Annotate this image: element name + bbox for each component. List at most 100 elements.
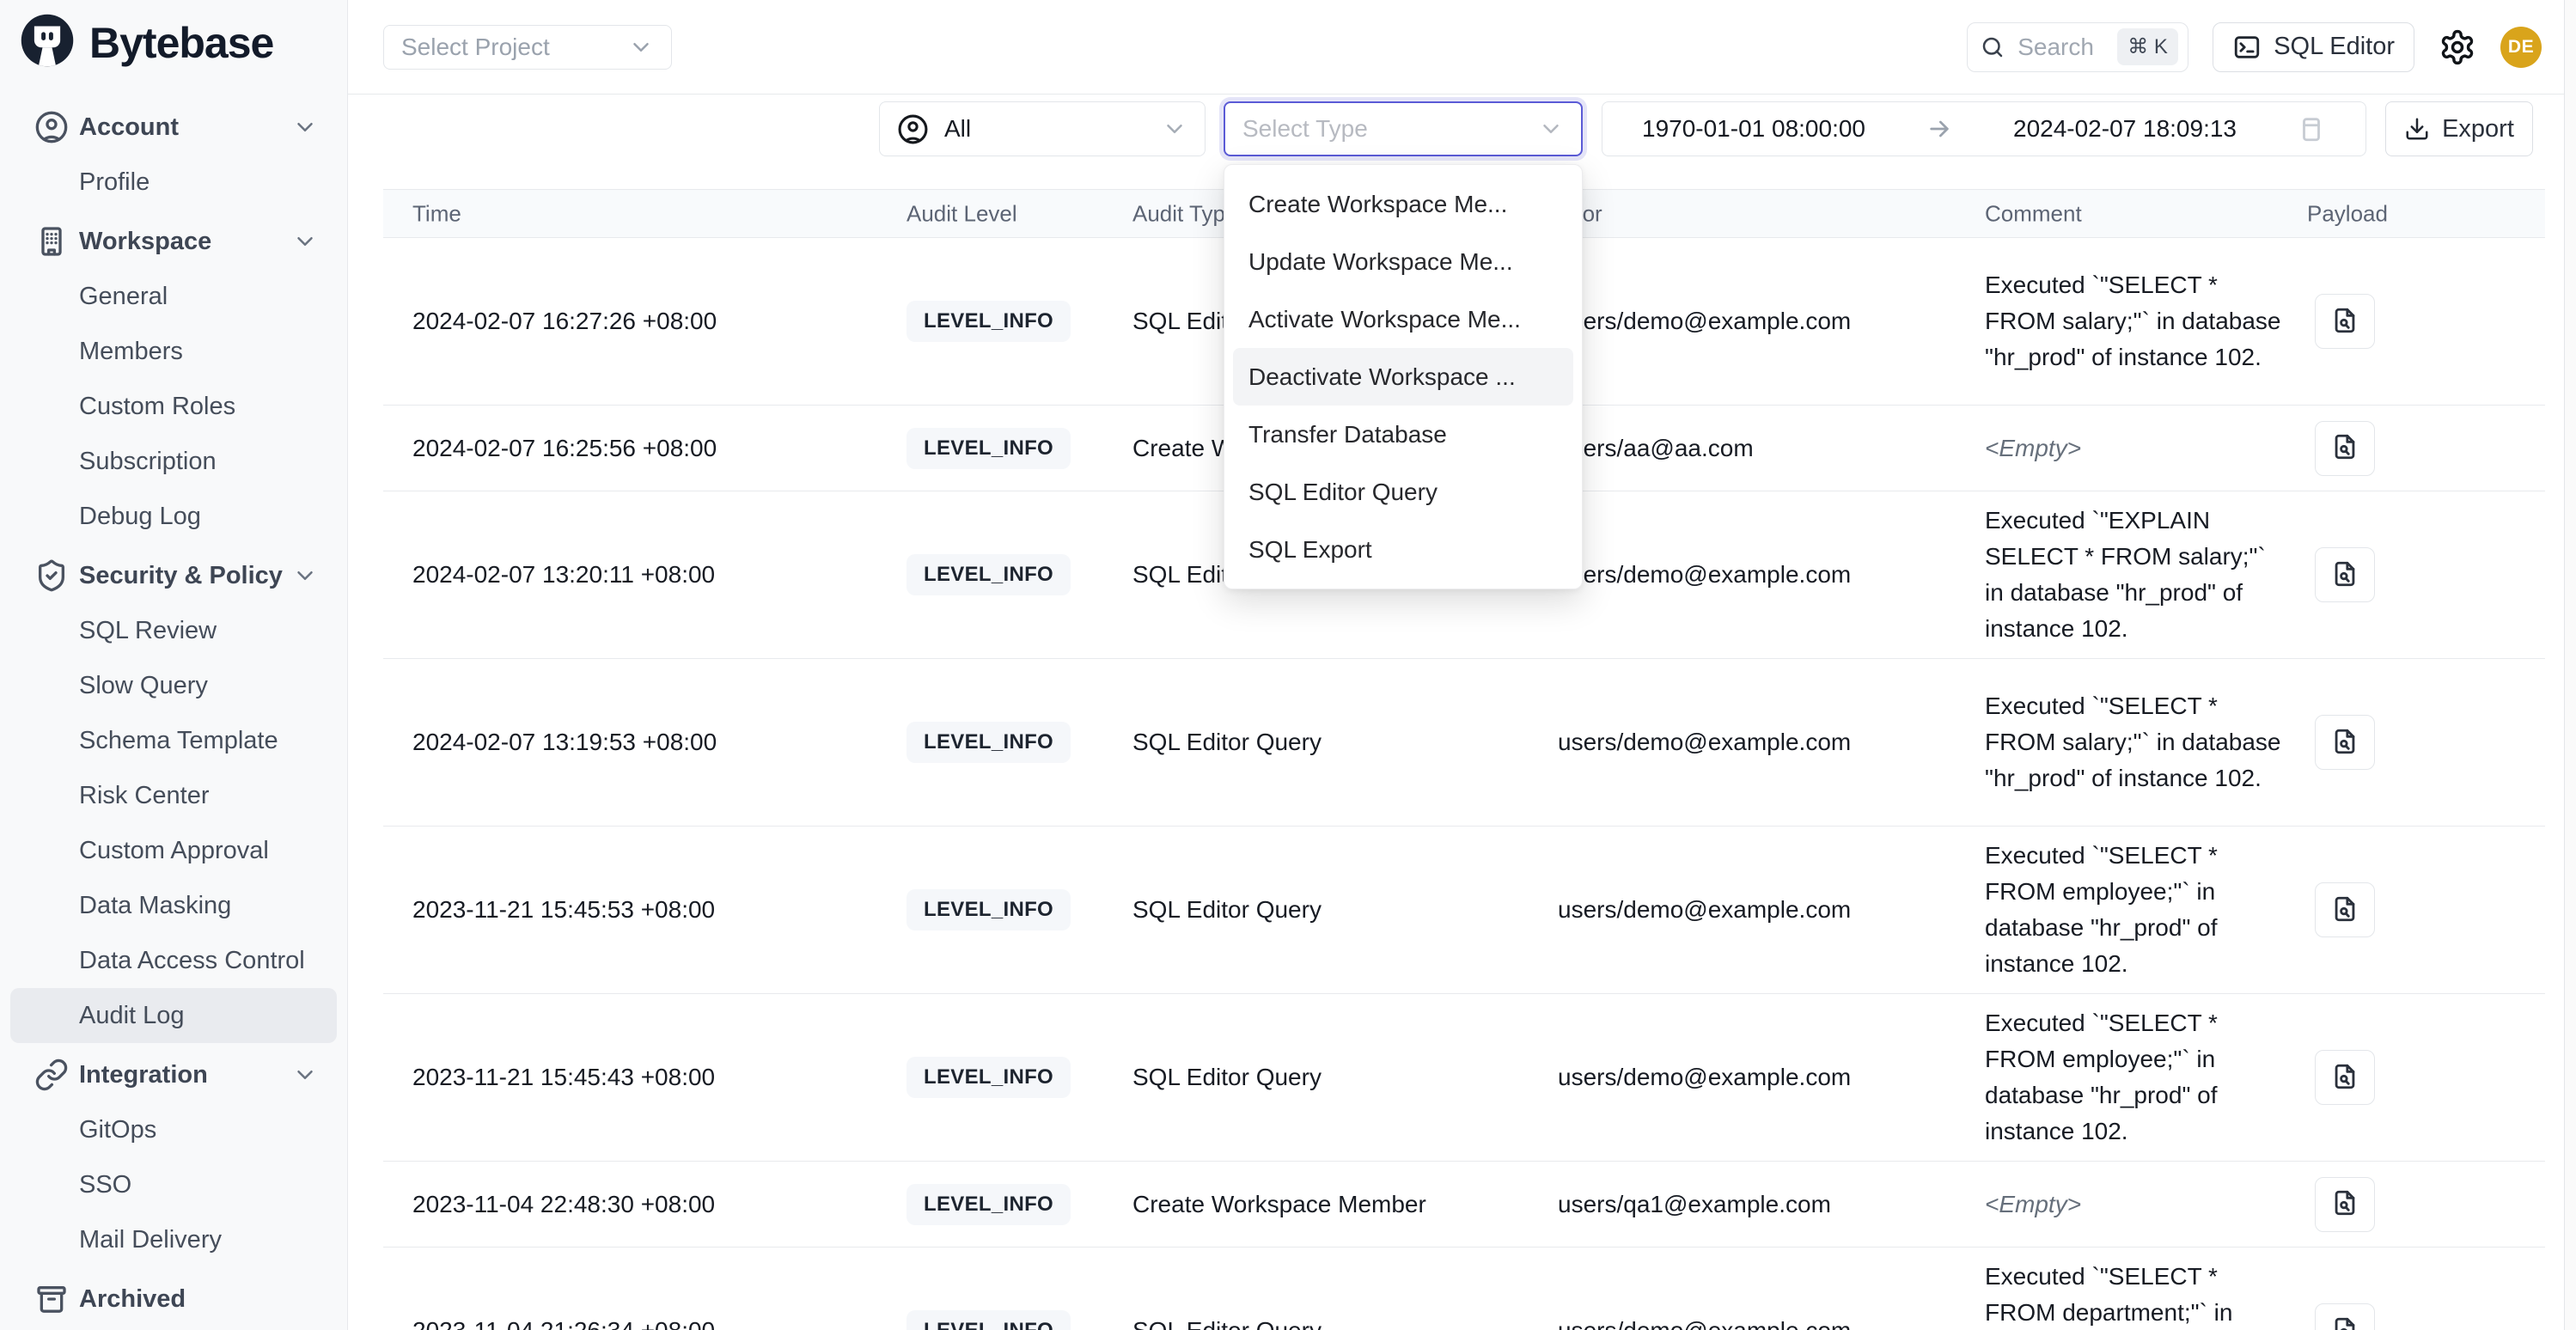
dropdown-option-activate-workspace-me[interactable]: Activate Workspace Me... — [1224, 290, 1582, 348]
sidebar-item-label: Workspace — [79, 228, 211, 256]
payload-view-button[interactable] — [2315, 715, 2375, 770]
avatar[interactable]: DE — [2500, 27, 2542, 68]
sidebar-item-data-access-control[interactable]: Data Access Control — [10, 933, 337, 988]
sidebar-item-general[interactable]: General — [10, 269, 337, 324]
row-time: 2024-02-07 16:27:26 +08:00 — [412, 308, 717, 335]
actor-cell: users/demo@example.com — [1558, 308, 1851, 335]
sidebar-item-label: Audit Log — [79, 1002, 185, 1030]
sidebar-item-integration[interactable]: Integration — [10, 1047, 337, 1102]
export-button[interactable]: Export — [2385, 101, 2533, 156]
table-row: 2023-11-04 22:48:30 +08:00LEVEL_INFOCrea… — [383, 1162, 2545, 1248]
project-select[interactable]: Select Project — [383, 25, 672, 70]
actor-filter-select[interactable]: All — [879, 101, 1206, 156]
sidebar-item-subscription[interactable]: Subscription — [10, 434, 337, 489]
sidebar-item-label: Risk Center — [79, 782, 210, 810]
column-header-audit-type: Audit Type — [1132, 200, 1237, 227]
comment-text: <Empty> — [1985, 430, 2081, 467]
settings-gear-icon[interactable] — [2439, 28, 2476, 66]
dropdown-option-create-workspace-me[interactable]: Create Workspace Me... — [1224, 175, 1582, 233]
row-time: 2023-11-04 22:48:30 +08:00 — [412, 1191, 715, 1218]
sidebar-item-archived[interactable]: Archived — [10, 1272, 337, 1327]
search-icon — [1980, 34, 2005, 60]
date-range-picker[interactable]: 1970-01-01 08:00:00 2024-02-07 18:09:13 — [1602, 101, 2366, 156]
file-search-icon — [2330, 894, 2359, 926]
payload-view-button[interactable] — [2315, 1177, 2375, 1232]
sidebar-item-label: Security & Policy — [79, 562, 283, 590]
sidebar-item-label: Slow Query — [79, 672, 208, 700]
sidebar: Bytebase Account Profile Workspace General M… — [0, 0, 348, 1330]
sidebar-item-label: Integration — [79, 1061, 208, 1089]
level-badge: LEVEL_INFO — [906, 554, 1071, 595]
sql-editor-button[interactable]: SQL Editor — [2213, 22, 2414, 72]
comment-text: Executed `"SELECT * FROM salary;"` in da… — [1985, 688, 2286, 796]
file-search-icon — [2330, 306, 2359, 338]
chevron-down-icon — [628, 34, 654, 60]
audit-level-cell: LEVEL_INFO — [906, 1310, 1071, 1330]
scrollbar[interactable] — [2564, 0, 2576, 1330]
sidebar-item-custom-approval[interactable]: Custom Approval — [10, 823, 337, 878]
sidebar-item-audit-log[interactable]: Audit Log — [10, 988, 337, 1043]
audit-level-cell: LEVEL_INFO — [906, 1184, 1071, 1225]
search-input[interactable] — [2016, 33, 2107, 62]
comment-text: Executed `"SELECT * FROM employee;"` in … — [1985, 1005, 2286, 1150]
sidebar-item-security-policy[interactable]: Security & Policy — [10, 548, 337, 603]
download-icon — [2404, 116, 2430, 142]
payload-view-button[interactable] — [2315, 421, 2375, 476]
sidebar-item-risk-center[interactable]: Risk Center — [10, 768, 337, 823]
sidebar-item-members[interactable]: Members — [10, 324, 337, 379]
audit-type-cell: SQL Editor Query — [1132, 1317, 1322, 1330]
sidebar-nav: Account Profile Workspace General Members Cus… — [0, 73, 347, 1327]
arrow-right-icon — [1926, 115, 1953, 143]
sidebar-item-label: Archived — [79, 1285, 186, 1314]
payload-view-button[interactable] — [2315, 547, 2375, 602]
sidebar-item-sql-review[interactable]: SQL Review — [10, 603, 337, 658]
sidebar-item-label: Members — [79, 338, 183, 366]
column-header-payload: Payload — [2307, 200, 2388, 227]
payload-view-button[interactable] — [2315, 882, 2375, 937]
column-header-comment: Comment — [1985, 200, 2082, 227]
sidebar-item-label: Custom Roles — [79, 393, 235, 421]
actor-cell: users/demo@example.com — [1558, 1064, 1851, 1091]
type-filter-placeholder: Select Type — [1242, 115, 1368, 143]
sidebar-item-slow-query[interactable]: Slow Query — [10, 658, 337, 713]
sidebar-item-mail-delivery[interactable]: Mail Delivery — [10, 1212, 337, 1267]
table-row: 2023-11-04 21:26:34 +08:00LEVEL_INFOSQL … — [383, 1248, 2545, 1330]
brand-logo[interactable]: Bytebase — [0, 0, 347, 73]
payload-view-button[interactable] — [2315, 1303, 2375, 1330]
file-search-icon — [2330, 1188, 2359, 1220]
dropdown-option-transfer-database[interactable]: Transfer Database — [1224, 406, 1582, 463]
sidebar-item-workspace[interactable]: Workspace — [10, 214, 337, 269]
filter-bar: All Select Type 1970-01-01 08:00:00 2024… — [348, 95, 2576, 165]
comment-cell: <Empty> — [1985, 1162, 2286, 1247]
sidebar-item-profile[interactable]: Profile — [10, 155, 337, 210]
comment-cell: Executed `"SELECT * FROM department;"` i… — [1985, 1248, 2286, 1330]
type-filter-select[interactable]: Select Type — [1224, 101, 1583, 156]
sidebar-item-data-masking[interactable]: Data Masking — [10, 878, 337, 933]
audit-level-cell: LEVEL_INFO — [906, 889, 1071, 930]
payload-view-button[interactable] — [2315, 294, 2375, 349]
type-filter-dropdown: Create Workspace Me...Update Workspace M… — [1224, 164, 1583, 589]
sidebar-item-sso[interactable]: SSO — [10, 1157, 337, 1212]
sidebar-item-account[interactable]: Account — [10, 100, 337, 155]
sidebar-item-label: Schema Template — [79, 727, 278, 755]
terminal-icon — [2232, 33, 2262, 62]
sidebar-item-debug-log[interactable]: Debug Log — [10, 489, 337, 544]
link-icon — [34, 1058, 69, 1092]
sidebar-item-gitops[interactable]: GitOps — [10, 1102, 337, 1157]
comment-text: Executed `"SELECT * FROM employee;"` in … — [1985, 838, 2286, 982]
sidebar-item-label: Profile — [79, 168, 150, 197]
sidebar-item-schema-template[interactable]: Schema Template — [10, 713, 337, 768]
dropdown-option-sql-export[interactable]: SQL Export — [1224, 521, 1582, 578]
payload-view-button[interactable] — [2315, 1050, 2375, 1105]
comment-cell: <Empty> — [1985, 406, 2286, 491]
dropdown-option-update-workspace-me[interactable]: Update Workspace Me... — [1224, 233, 1582, 290]
sidebar-item-custom-roles[interactable]: Custom Roles — [10, 379, 337, 434]
column-header-audit-level: Audit Level — [906, 200, 1017, 227]
actor-filter-value: All — [944, 115, 971, 143]
table-row: 2023-11-21 15:45:53 +08:00LEVEL_INFOSQL … — [383, 827, 2545, 994]
dropdown-option-deactivate-workspace[interactable]: Deactivate Workspace ... — [1233, 348, 1573, 406]
level-badge: LEVEL_INFO — [906, 1310, 1071, 1330]
main-area: Select Project ⌘ K SQL Editor DE — [348, 0, 2576, 1330]
dropdown-option-sql-editor-query[interactable]: SQL Editor Query — [1224, 463, 1582, 521]
search-box[interactable]: ⌘ K — [1967, 22, 2188, 72]
